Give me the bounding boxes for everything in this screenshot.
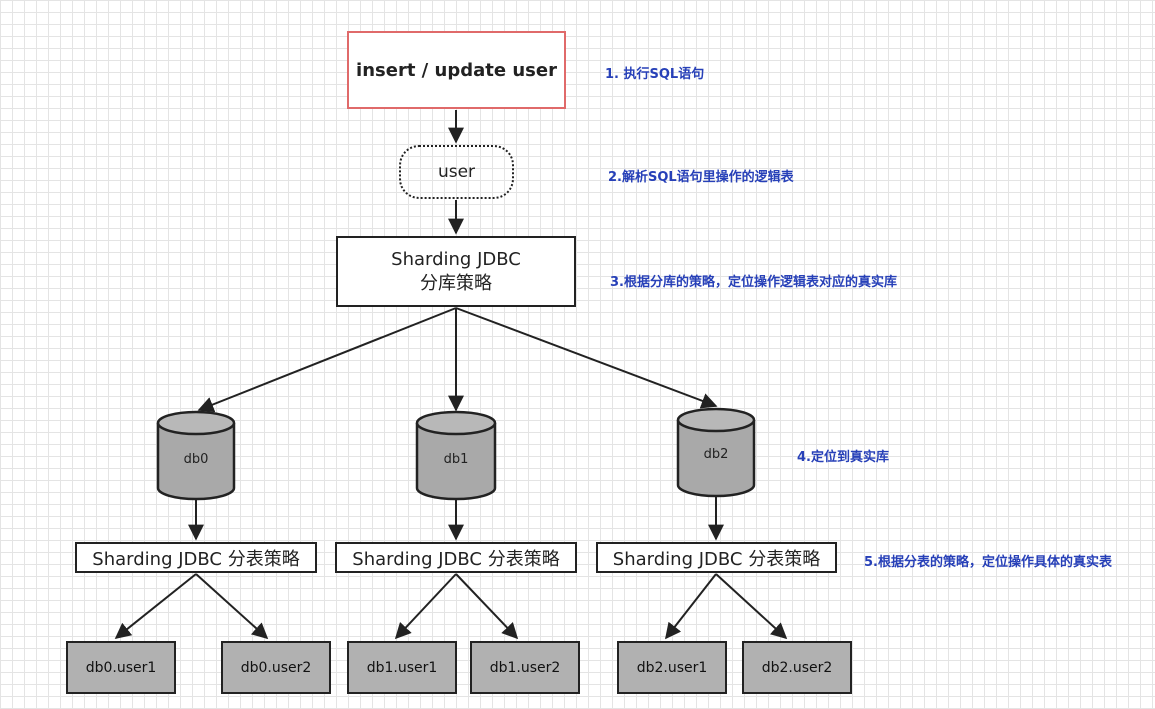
table-db1-user1: db1.user1 — [347, 641, 457, 694]
db-sharding-strategy-box: Sharding JDBC 分库策略 — [336, 236, 576, 307]
table-label: db0.user1 — [85, 659, 157, 676]
sql-statement-box: insert / update user — [347, 31, 566, 109]
note-step-2: 2.解析SQL语句里操作的逻辑表 — [608, 170, 794, 185]
table-sharding-box-db1: Sharding JDBC 分表策略 — [335, 542, 577, 573]
db1-label: db1 — [444, 452, 469, 467]
table-db0-user1: db0.user1 — [66, 641, 176, 694]
table-label: db1.user1 — [366, 659, 438, 676]
note-step-3: 3.根据分库的策略，定位操作逻辑表对应的真实库 — [610, 275, 897, 290]
arrow-tbl2-to-user1 — [665, 573, 717, 640]
logic-table-text: user — [437, 162, 476, 182]
table-db2-user1: db2.user1 — [617, 641, 727, 694]
note-step-4: 4.定位到真实库 — [797, 450, 889, 465]
db2-label: db2 — [704, 447, 729, 462]
table-sharding-text: Sharding JDBC 分表策略 — [92, 548, 300, 570]
table-db1-user2: db1.user2 — [470, 641, 580, 694]
table-label: db2.user1 — [636, 659, 708, 676]
table-label: db2.user2 — [761, 659, 833, 676]
arrow-tbl1-to-user1 — [394, 573, 457, 640]
table-sharding-box-db2: Sharding JDBC 分表策略 — [596, 542, 837, 573]
arrow-tbl0-to-user2 — [195, 573, 269, 640]
table-label: db1.user2 — [489, 659, 561, 676]
db0-label: db0 — [184, 452, 209, 467]
db2-cylinder: db2 — [676, 407, 756, 498]
db1-cylinder: db1 — [415, 410, 497, 501]
arrow-tbl1-to-user2 — [455, 573, 519, 640]
sql-statement-text: insert / update user — [356, 59, 557, 81]
table-sharding-text: Sharding JDBC 分表策略 — [612, 548, 821, 570]
table-db2-user2: db2.user2 — [742, 641, 852, 694]
arrow-tbl0-to-user1 — [114, 573, 197, 639]
db-sharding-line1: Sharding JDBC — [391, 248, 521, 270]
note-step-1: 1. 执行SQL语句 — [605, 67, 705, 82]
table-sharding-box-db0: Sharding JDBC 分表策略 — [75, 542, 317, 573]
table-label: db0.user2 — [240, 659, 312, 676]
table-sharding-text: Sharding JDBC 分表策略 — [352, 548, 560, 570]
arrow-shard-to-db0 — [197, 307, 457, 413]
arrow-shard-to-db2 — [455, 307, 718, 409]
note-step-5: 5.根据分表的策略，定位操作具体的真实表 — [864, 555, 1112, 570]
db-sharding-line2: 分库策略 — [420, 272, 492, 294]
logic-table-box: user — [399, 145, 514, 199]
db0-cylinder: db0 — [156, 410, 236, 501]
diagram-canvas: db0 db1 db2 — [114, 110, 788, 640]
table-db0-user2: db0.user2 — [221, 641, 331, 694]
arrow-tbl2-to-user2 — [715, 573, 788, 640]
